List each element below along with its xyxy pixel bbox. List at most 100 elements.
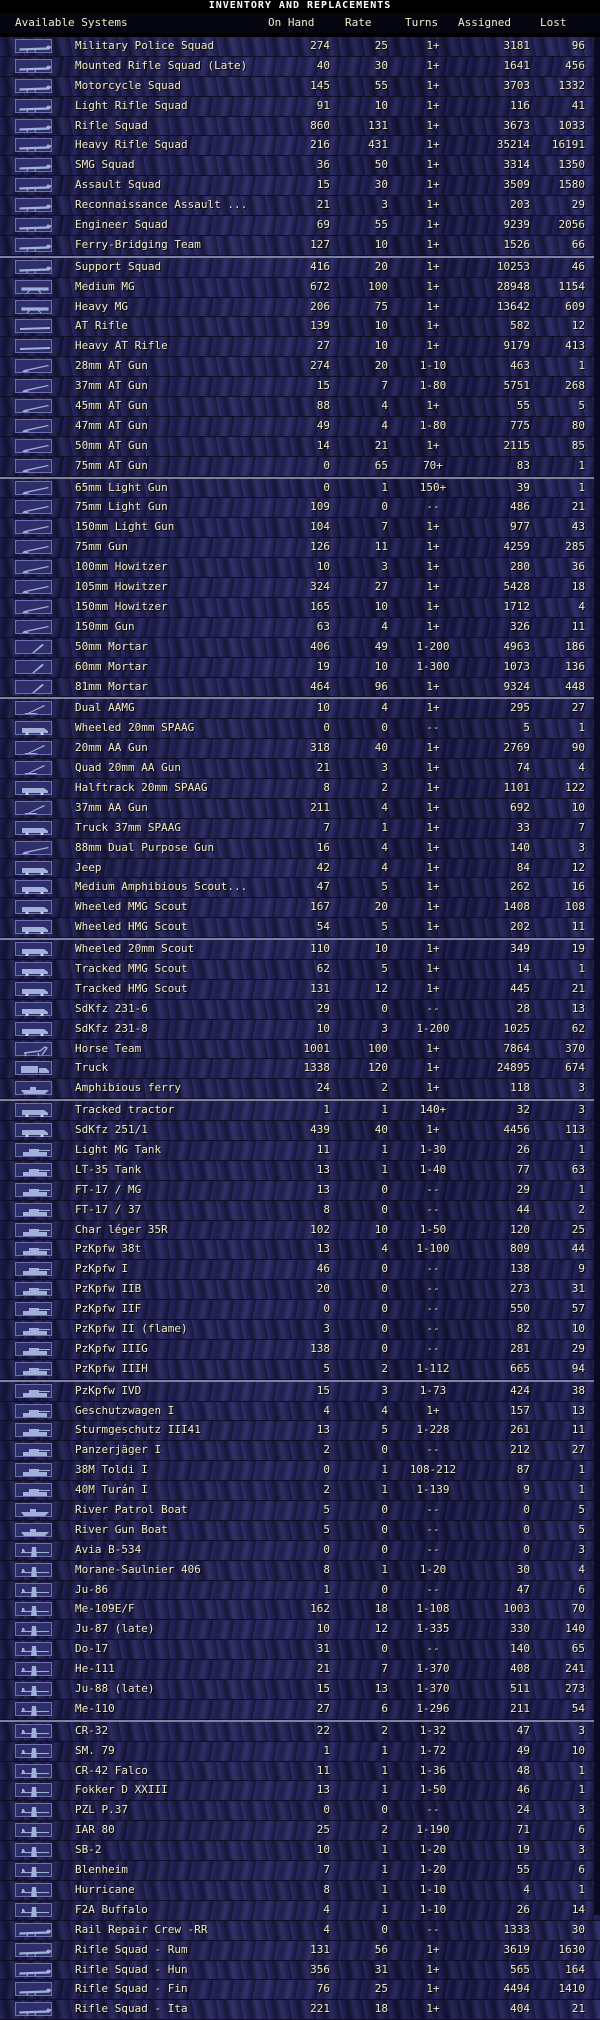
- table-row[interactable]: Heavy AT Rifle 27 10 1+ 9179 413: [0, 337, 600, 358]
- table-row[interactable]: FT-17 / MG 13 0 -- 29 1: [0, 1180, 600, 1201]
- table-row[interactable]: Halftrack 20mm SPAAG 8 2 1+ 1101 122: [0, 778, 600, 799]
- table-row[interactable]: Heavy MG 206 75 1+ 13642 609: [0, 297, 600, 318]
- table-row[interactable]: Rifle Squad 860 131 1+ 3673 1033: [0, 116, 600, 137]
- table-row[interactable]: PzKpfw IIF 0 0 -- 550 57: [0, 1300, 600, 1320]
- table-row[interactable]: 81mm Mortar 464 96 1+ 9324 448: [0, 677, 600, 698]
- table-row[interactable]: Rifle Squad - Rum 131 56 1+ 3619 1630: [0, 1940, 600, 1961]
- table-row[interactable]: Tracked HMG Scout 131 12 1+ 445 21: [0, 979, 600, 1000]
- table-row[interactable]: LT-35 Tank 13 1 1-40 77 63: [0, 1160, 600, 1181]
- table-row[interactable]: Light Rifle Squad 91 10 1+ 116 41: [0, 96, 600, 117]
- table-row[interactable]: Assault Squad 15 30 1+ 3509 1580: [0, 176, 600, 197]
- table-row[interactable]: Light MG Tank 11 1 1-30 26 1: [0, 1140, 600, 1161]
- table-row[interactable]: Geschutzwagen I 4 4 1+ 157 13: [0, 1401, 600, 1422]
- table-row[interactable]: SdKfz 231-8 10 3 1-200 1025 62: [0, 1019, 600, 1040]
- table-row[interactable]: 75mm Light Gun 109 0 -- 486 21: [0, 498, 600, 519]
- table-row[interactable]: Do-17 31 0 -- 140 65: [0, 1640, 600, 1661]
- header-rate[interactable]: Rate: [345, 13, 372, 33]
- table-row[interactable]: 75mm AT Gun 0 65 70+ 83 1: [0, 456, 600, 477]
- table-row[interactable]: Rifle Squad - Ita 221 18 1+ 404 21: [0, 2000, 600, 2020]
- table-row[interactable]: CR-32 22 2 1-32 47 3: [0, 1719, 600, 1742]
- table-row[interactable]: Rail Repair Crew -RR 4 0 -- 1333 30: [0, 1920, 600, 1941]
- table-row[interactable]: Sturmgeschutz III41 13 5 1-228 261 11: [0, 1421, 600, 1442]
- table-row[interactable]: 65mm Light Gun 0 1 150+ 39 1: [0, 476, 600, 499]
- table-row[interactable]: 37mm AA Gun 211 4 1+ 692 10: [0, 798, 600, 819]
- table-row[interactable]: Heavy Rifle Squad 216 431 1+ 35214 16191: [0, 136, 600, 157]
- table-row[interactable]: Medium MG 672 100 1+ 28948 1154: [0, 277, 600, 298]
- table-row[interactable]: PzKpfw II (flame) 3 0 -- 82 10: [0, 1320, 600, 1340]
- table-row[interactable]: Ju-87 (late) 10 12 1-335 330 140: [0, 1620, 600, 1641]
- table-row[interactable]: 88mm Dual Purpose Gun 16 4 1+ 140 3: [0, 838, 600, 859]
- table-row[interactable]: Mounted Rifle Squad (Late) 40 30 1+ 1641 456: [0, 56, 600, 77]
- table-row[interactable]: Char léger 35R 102 10 1-50 120 25: [0, 1220, 600, 1241]
- table-row[interactable]: Tracked tractor 1 1 140+ 32 3: [0, 1099, 600, 1122]
- table-row[interactable]: SB-2 10 1 1-20 19 3: [0, 1841, 600, 1862]
- table-row[interactable]: Rifle Squad - Fin 76 25 1+ 4494 1410: [0, 1980, 600, 2001]
- table-row[interactable]: Tracked MMG Scout 62 5 1+ 14 1: [0, 959, 600, 980]
- table-row[interactable]: 37mm AT Gun 15 7 1-80 5751 268: [0, 377, 600, 398]
- table-row[interactable]: Morane-Saulnier 406 8 1 1-20 30 4: [0, 1560, 600, 1581]
- table-row[interactable]: Wheeled 20mm Scout 110 10 1+ 349 19: [0, 938, 600, 960]
- table-row[interactable]: 50mm Mortar 406 49 1-200 4963 186: [0, 637, 600, 658]
- table-row[interactable]: Me-109E/F 162 18 1-108 1003 70: [0, 1600, 600, 1621]
- scrollbar[interactable]: [594, 37, 600, 1915]
- table-row[interactable]: Amphibious ferry 24 2 1+ 118 3: [0, 1079, 600, 1100]
- table-row[interactable]: Fokker D XXIII 13 1 1-50 46 1: [0, 1781, 600, 1802]
- table-row[interactable]: Motorcycle Squad 145 55 1+ 3703 1332: [0, 76, 600, 97]
- header-lost[interactable]: Lost: [540, 13, 567, 33]
- table-row[interactable]: Wheeled MMG Scout 167 20 1+ 1408 108: [0, 898, 600, 919]
- table-row[interactable]: River Patrol Boat 5 0 -- 0 5: [0, 1501, 600, 1521]
- table-row[interactable]: Me-110 27 6 1-296 211 54: [0, 1699, 600, 1720]
- table-row[interactable]: SM. 79 1 1 1-72 49 10: [0, 1741, 600, 1762]
- table-row[interactable]: AT Rifle 139 10 1+ 582 12: [0, 317, 600, 338]
- table-row[interactable]: Jeep 42 4 1+ 84 12: [0, 858, 600, 879]
- table-row[interactable]: Hurricane 8 1 1-10 4 1: [0, 1880, 600, 1901]
- table-row[interactable]: Reconnaissance Assault ... 21 3 1+ 203 29: [0, 196, 600, 217]
- table-row[interactable]: PzKpfw I 46 0 -- 138 9: [0, 1260, 600, 1281]
- table-row[interactable]: Support Squad 416 20 1+ 10253 46: [0, 255, 600, 278]
- table-row[interactable]: Blenheim 7 1 1-20 55 6: [0, 1861, 600, 1881]
- table-row[interactable]: 47mm AT Gun 49 4 1-80 775 80: [0, 416, 600, 437]
- header-available-systems[interactable]: Available Systems: [15, 13, 128, 33]
- header-on-hand[interactable]: On Hand: [268, 13, 314, 33]
- table-row[interactable]: 75mm Gun 126 11 1+ 4259 285: [0, 538, 600, 559]
- table-row[interactable]: 150mm Gun 63 4 1+ 326 11: [0, 617, 600, 638]
- table-row[interactable]: 100mm Howitzer 10 3 1+ 280 36: [0, 558, 600, 579]
- table-row[interactable]: Medium Amphibious Scout... 47 5 1+ 262 16: [0, 878, 600, 899]
- table-row[interactable]: Wheeled 20mm SPAAG 0 0 -- 5 1: [0, 719, 600, 740]
- table-row[interactable]: 38M Toldi I 0 1 108-212 87 1: [0, 1461, 600, 1482]
- table-row[interactable]: He-111 21 7 1-370 408 241: [0, 1660, 600, 1681]
- table-row[interactable]: FT-17 / 37 8 0 -- 44 2: [0, 1200, 600, 1221]
- table-row[interactable]: 50mm AT Gun 14 21 1+ 2115 85: [0, 436, 600, 457]
- table-row[interactable]: F2A Buffalo 4 1 1-10 26 14: [0, 1900, 600, 1921]
- table-row[interactable]: PzKpfw IIIH 5 2 1-112 665 94: [0, 1359, 600, 1380]
- table-row[interactable]: 40M Turán I 2 1 1-139 9 1: [0, 1481, 600, 1502]
- table-row[interactable]: Truck 37mm SPAAG 7 1 1+ 33 7: [0, 818, 600, 839]
- table-row[interactable]: Quad 20mm AA Gun 21 3 1+ 74 4: [0, 759, 600, 779]
- table-row[interactable]: PZL P.37 0 0 -- 24 3: [0, 1801, 600, 1822]
- table-row[interactable]: Panzerjäger I 2 0 -- 212 27: [0, 1441, 600, 1462]
- table-row[interactable]: 150mm Howitzer 165 10 1+ 1712 4: [0, 597, 600, 618]
- header-assigned[interactable]: Assigned: [458, 13, 511, 33]
- table-row[interactable]: Military Police Squad 274 25 1+ 3181 96: [0, 37, 600, 57]
- table-row[interactable]: IAR 80 25 2 1-190 71 6: [0, 1821, 600, 1842]
- table-row[interactable]: 20mm AA Gun 318 40 1+ 2769 90: [0, 739, 600, 760]
- table-row[interactable]: Avia B-534 0 0 -- 0 3: [0, 1540, 600, 1561]
- table-row[interactable]: 150mm Light Gun 104 7 1+ 977 43: [0, 518, 600, 539]
- table-row[interactable]: SMG Squad 36 50 1+ 3314 1350: [0, 156, 600, 177]
- table-row[interactable]: Dual AAMG 10 4 1+ 295 27: [0, 697, 600, 720]
- table-row[interactable]: Wheeled HMG Scout 54 5 1+ 202 11: [0, 918, 600, 939]
- table-row[interactable]: River Gun Boat 5 0 -- 0 5: [0, 1520, 600, 1541]
- table-row[interactable]: 60mm Mortar 19 10 1-300 1073 136: [0, 657, 600, 678]
- table-row[interactable]: PzKpfw IIIG 138 0 -- 281 29: [0, 1339, 600, 1360]
- table-row[interactable]: Ju-88 (late) 15 13 1-370 511 273: [0, 1680, 600, 1700]
- table-row[interactable]: SdKfz 231-6 29 0 -- 28 13: [0, 999, 600, 1020]
- table-row[interactable]: 105mm Howitzer 324 27 1+ 5428 18: [0, 578, 600, 598]
- table-row[interactable]: Truck 1338 120 1+ 24895 674: [0, 1059, 600, 1080]
- header-turns[interactable]: Turns: [405, 13, 438, 33]
- table-row[interactable]: Rifle Squad - Hun 356 31 1+ 565 164: [0, 1960, 600, 1981]
- table-row[interactable]: PzKpfw 38t 13 4 1-100 809 44: [0, 1240, 600, 1261]
- table-row[interactable]: SdKfz 251/1 439 40 1+ 4456 113: [0, 1121, 600, 1141]
- table-row[interactable]: 45mm AT Gun 88 4 1+ 55 5: [0, 397, 600, 417]
- table-row[interactable]: Ju-86 1 0 -- 47 6: [0, 1580, 600, 1601]
- table-row[interactable]: Ferry-Bridging Team 127 10 1+ 1526 66: [0, 235, 600, 256]
